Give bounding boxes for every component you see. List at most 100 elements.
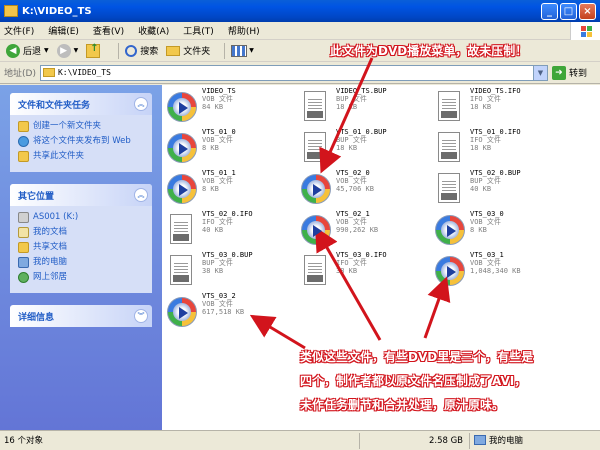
views-button[interactable]: ▼ bbox=[231, 44, 254, 57]
menu-file[interactable]: 文件(F) bbox=[4, 24, 34, 37]
file-type: VOB 文件 bbox=[470, 218, 501, 226]
dropdown-arrow-icon: ▼ bbox=[249, 47, 254, 54]
annotation-top: 此文件为DVD播放菜单，故未压制！ bbox=[330, 44, 528, 58]
vob-file-icon bbox=[300, 212, 332, 246]
task-label: 将这个文件夹发布到 Web bbox=[33, 136, 131, 146]
file-item[interactable]: VTS_03_0.BUP BUP 文件 38 KB bbox=[166, 251, 296, 289]
search-button[interactable]: 搜索 bbox=[125, 44, 158, 57]
vob-file-icon bbox=[434, 253, 466, 287]
file-item[interactable]: VTS_01_0.BUP BUP 文件 18 KB bbox=[300, 128, 430, 166]
close-button[interactable]: × bbox=[579, 2, 596, 20]
expand-icon[interactable]: ︾ bbox=[134, 309, 148, 323]
file-type: IFO 文件 bbox=[202, 218, 233, 226]
file-item[interactable]: VTS_03_0 VOB 文件 8 KB bbox=[434, 210, 564, 248]
status-location-label: 我的电脑 bbox=[489, 435, 524, 446]
file-type: VOB 文件 bbox=[202, 95, 233, 103]
task-new-folder[interactable]: 创建一个新文件夹 bbox=[18, 121, 144, 132]
ifo-file-icon bbox=[434, 171, 466, 205]
annotation-bottom: 类似这些文件，有些DVD里是三个，有些是 四个，制作者都以原文件名压制成了AVI… bbox=[300, 345, 533, 417]
toolbar-separator bbox=[118, 42, 120, 59]
folders-label: 文件夹 bbox=[183, 47, 211, 57]
file-item[interactable]: VTS_02_0.BUP BUP 文件 40 KB bbox=[434, 169, 564, 207]
menu-help[interactable]: 帮助(H) bbox=[228, 24, 260, 37]
chevron-down-icon[interactable]: ▼ bbox=[532, 65, 547, 80]
file-size: 8 KB bbox=[202, 185, 219, 193]
task-label: 共享此文件夹 bbox=[33, 151, 85, 161]
file-item[interactable]: VTS_03_1 VOB 文件 1,048,340 KB bbox=[434, 251, 564, 289]
file-tasks-header[interactable]: 文件和文件夹任务 ︽ bbox=[10, 93, 152, 115]
ifo-file-icon bbox=[166, 253, 198, 287]
status-object-count: 16 个对象 bbox=[0, 432, 360, 449]
file-item[interactable]: VTS_02_1 VOB 文件 990,262 KB bbox=[300, 210, 430, 248]
file-item[interactable]: VTS_01_1 VOB 文件 8 KB bbox=[166, 169, 296, 207]
maximize-button[interactable]: □ bbox=[560, 2, 577, 20]
address-label: 地址(D) bbox=[4, 69, 36, 79]
back-button[interactable]: ◀ 后退 ▼ bbox=[6, 43, 49, 58]
file-name: VIDEO_TS.IFO bbox=[470, 87, 521, 95]
file-name: VTS_03_0 bbox=[470, 210, 504, 218]
ifo-file-icon bbox=[300, 130, 332, 164]
file-type: IFO 文件 bbox=[470, 95, 501, 103]
file-item[interactable]: VTS_02_0.IFO IFO 文件 40 KB bbox=[166, 210, 296, 248]
toolbar-separator bbox=[224, 42, 226, 59]
shared-documents-icon bbox=[18, 242, 29, 253]
file-item[interactable]: VTS_03_2 VOB 文件 617,518 KB bbox=[166, 292, 296, 330]
file-name: VTS_01_1 bbox=[202, 169, 236, 177]
details-header[interactable]: 详细信息 ︾ bbox=[10, 305, 152, 327]
menu-edit[interactable]: 编辑(E) bbox=[48, 24, 79, 37]
task-pane: 文件和文件夹任务 ︽ 创建一个新文件夹 将这个文件夹发布到 Web 共享此文件夹… bbox=[0, 85, 162, 430]
details-title: 详细信息 bbox=[18, 312, 55, 323]
views-icon bbox=[231, 44, 248, 57]
vob-file-icon bbox=[434, 212, 466, 246]
file-item[interactable]: VTS_01_0.IFO IFO 文件 18 KB bbox=[434, 128, 564, 166]
file-item[interactable]: VTS_03_0.IFO IFO 文件 38 KB bbox=[300, 251, 430, 289]
file-name: VTS_03_1 bbox=[470, 251, 504, 259]
window-title: K:\VIDEO_TS bbox=[22, 5, 92, 17]
network-places-icon bbox=[18, 272, 29, 283]
place-label: 我的电脑 bbox=[33, 257, 68, 267]
collapse-icon[interactable]: ︽ bbox=[134, 188, 148, 202]
file-size: 617,518 KB bbox=[202, 308, 245, 316]
file-name: VTS_03_2 bbox=[202, 292, 236, 300]
file-item[interactable]: VTS_01_0 VOB 文件 8 KB bbox=[166, 128, 296, 166]
title-bar: K:\VIDEO_TS _ □ × bbox=[0, 0, 600, 22]
file-size: 40 KB bbox=[202, 226, 224, 234]
file-size: 18 KB bbox=[336, 144, 358, 152]
vob-file-icon bbox=[166, 294, 198, 328]
file-item[interactable]: VIDEO_TS.IFO IFO 文件 18 KB bbox=[434, 87, 564, 125]
file-item[interactable]: VIDEO_TS VOB 文件 84 KB bbox=[166, 87, 296, 125]
go-button[interactable]: ➜ 转到 bbox=[551, 65, 587, 80]
up-button[interactable] bbox=[86, 43, 104, 58]
file-size: 8 KB bbox=[202, 144, 219, 152]
my-computer-icon bbox=[474, 435, 486, 445]
place-drive[interactable]: AS001 (K:) bbox=[18, 212, 144, 223]
place-shared-documents[interactable]: 共享文档 bbox=[18, 242, 144, 253]
collapse-icon[interactable]: ︽ bbox=[134, 97, 148, 111]
share-folder-icon bbox=[18, 151, 29, 162]
minimize-button[interactable]: _ bbox=[541, 2, 558, 20]
menu-view[interactable]: 查看(V) bbox=[93, 24, 124, 37]
forward-button[interactable]: ▶ ▼ bbox=[56, 43, 78, 58]
place-my-computer[interactable]: 我的电脑 bbox=[18, 257, 144, 268]
vob-file-icon bbox=[166, 130, 198, 164]
menu-tools[interactable]: 工具(T) bbox=[183, 24, 214, 37]
ifo-file-icon bbox=[434, 130, 466, 164]
folders-button[interactable]: 文件夹 bbox=[166, 44, 210, 57]
task-label: 创建一个新文件夹 bbox=[33, 121, 102, 131]
file-size: 38 KB bbox=[202, 267, 224, 275]
address-input[interactable]: K:\VIDEO_TS ▼ bbox=[39, 64, 548, 81]
file-type: VOB 文件 bbox=[336, 177, 367, 185]
file-size: 84 KB bbox=[202, 103, 224, 111]
menu-bar: 文件(F) 编辑(E) 查看(V) 收藏(A) 工具(T) 帮助(H) bbox=[0, 22, 600, 40]
place-network[interactable]: 网上邻居 bbox=[18, 272, 144, 283]
place-label: 我的文档 bbox=[33, 227, 68, 237]
file-item[interactable]: VIDEO_TS.BUP BUP 文件 18 KB bbox=[300, 87, 430, 125]
menu-favorites[interactable]: 收藏(A) bbox=[138, 24, 169, 37]
task-share-folder[interactable]: 共享此文件夹 bbox=[18, 151, 144, 162]
task-publish-web[interactable]: 将这个文件夹发布到 Web bbox=[18, 136, 144, 147]
place-my-documents[interactable]: 我的文档 bbox=[18, 227, 144, 238]
file-type: VOB 文件 bbox=[202, 136, 233, 144]
other-places-header[interactable]: 其它位置 ︽ bbox=[10, 184, 152, 206]
other-places-title: 其它位置 bbox=[18, 191, 55, 202]
file-item[interactable]: VTS_02_0 VOB 文件 45,706 KB bbox=[300, 169, 430, 207]
